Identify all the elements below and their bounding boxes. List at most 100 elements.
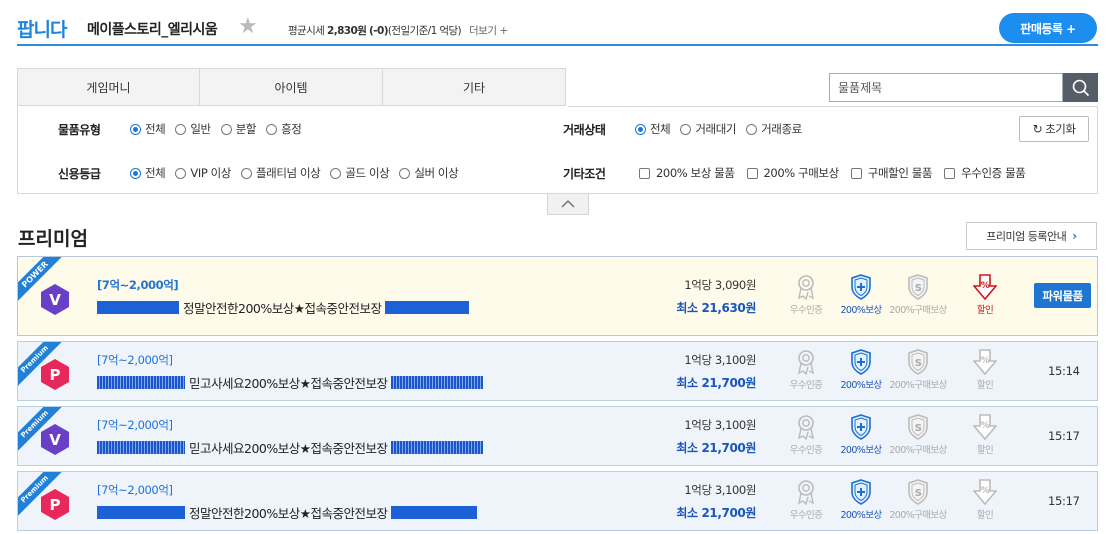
tab-game-money[interactable]: 게임머니 xyxy=(17,68,200,106)
masked-text xyxy=(391,506,478,519)
item-type-all[interactable]: 전체 xyxy=(130,121,166,137)
svg-text:S: S xyxy=(915,358,922,369)
premium-guide-button[interactable]: 프리미엄 등록안내 › xyxy=(966,222,1097,250)
masked-text xyxy=(97,376,185,389)
item-range: [7억~2,000억] xyxy=(97,418,173,432)
more-link[interactable]: 더보기 + xyxy=(469,23,508,38)
filter-options: 물품유형 전체 일반 분할 흥정 거래상태 전체 거래대기 거래종료 ↻ 초기화 … xyxy=(17,106,1098,194)
chevron-right-icon: › xyxy=(1072,229,1077,243)
etc-200-reward[interactable]: 200% 보상 물품 xyxy=(639,165,735,181)
sell-register-button[interactable]: 판매등록 + xyxy=(999,13,1097,43)
page-header: 팝니다 메이플스토리_엘리시움 ★ 평균시세 2,830원 (-0)(전일기준/… xyxy=(17,0,1098,46)
item-type-normal[interactable]: 일반 xyxy=(175,121,211,137)
item-rate: 1억당 3,090원 xyxy=(684,278,756,292)
search-icon xyxy=(1072,79,1089,96)
item-type-bargain[interactable]: 흥정 xyxy=(266,121,302,137)
item-title[interactable]: 믿고사세요200%보상★접속중안전보장 xyxy=(97,373,484,392)
award-icon xyxy=(798,480,814,505)
masked-text xyxy=(97,441,185,454)
certified-indicator: 우수인증 xyxy=(776,414,836,456)
trade-status-done[interactable]: 거래종료 xyxy=(746,121,802,137)
item-title[interactable]: 정말안전한200%보상★접속중안전보장 xyxy=(97,503,478,522)
tab-item[interactable]: 아이템 xyxy=(200,68,383,106)
item-min-price: 최소 21,630원 xyxy=(676,301,756,315)
average-price: 평균시세 2,830원 (-0)(전일기준/1 억당) xyxy=(288,25,462,37)
list-item[interactable]: Premium P [7억~2,000억] 정말안전한200%보상★접속중안전보… xyxy=(17,471,1098,531)
purchase-200-indicator: S 200%구매보상 xyxy=(888,479,948,521)
reward-200-indicator: 200%보상 xyxy=(831,274,891,316)
svg-text:P: P xyxy=(50,496,61,514)
item-time: 15:17 xyxy=(1048,429,1080,443)
item-rate: 1억당 3,100원 xyxy=(684,418,756,432)
item-title[interactable]: 정말안전한200%보상★접속중안전보장 xyxy=(97,298,470,317)
trade-status-all[interactable]: 전체 xyxy=(635,121,671,137)
discount-arrow-icon: % xyxy=(973,479,997,505)
discount-arrow-icon: % xyxy=(973,349,997,375)
discount-arrow-icon: % xyxy=(973,274,997,300)
certified-indicator: 우수인증 xyxy=(776,479,836,521)
svg-text:V: V xyxy=(49,431,61,449)
item-title[interactable]: 믿고사세요200%보상★접속중안전보장 xyxy=(97,438,484,457)
shield-plus-icon xyxy=(851,274,871,300)
svg-text:%: % xyxy=(981,356,990,366)
item-rate: 1억당 3,100원 xyxy=(684,353,756,367)
credit-all[interactable]: 전체 xyxy=(130,165,166,181)
discount-arrow-icon: % xyxy=(973,414,997,440)
item-min-price: 최소 21,700원 xyxy=(676,506,756,520)
credit-platinum[interactable]: 플래티넘 이상 xyxy=(240,165,321,181)
search-button[interactable] xyxy=(1063,73,1098,102)
favorite-star-icon[interactable]: ★ xyxy=(238,14,258,39)
svg-text:S: S xyxy=(915,283,922,294)
shield-plus-icon xyxy=(851,479,871,505)
list-item[interactable]: POWER V [7억~2,000억] 정말안전한200%보상★접속중안전보장 … xyxy=(17,256,1098,336)
shield-s-icon: S xyxy=(908,414,928,440)
shield-plus-icon xyxy=(851,349,871,375)
credit-gold[interactable]: 골드 이상 xyxy=(330,165,390,181)
etc-certified[interactable]: 우수인증 물품 xyxy=(944,165,1026,181)
tab-etc[interactable]: 기타 xyxy=(383,68,566,106)
item-min-price: 최소 21,700원 xyxy=(676,376,756,390)
masked-text xyxy=(97,506,185,519)
filter-trade-status: 거래상태 전체 거래대기 거래종료 xyxy=(563,121,802,137)
svg-text:%: % xyxy=(981,421,990,431)
refresh-icon: ↻ xyxy=(1032,122,1043,136)
svg-text:S: S xyxy=(915,423,922,434)
grade-badge-icon: V xyxy=(41,284,69,315)
masked-text xyxy=(391,441,484,454)
power-item-button[interactable]: 파워물품 xyxy=(1034,283,1091,308)
etc-discount[interactable]: 구매할인 물품 xyxy=(850,165,933,181)
collapse-filter-button[interactable] xyxy=(547,194,589,215)
grade-badge-icon: P xyxy=(41,489,69,520)
item-type-split[interactable]: 분할 xyxy=(220,121,257,137)
shield-s-icon: S xyxy=(908,274,928,300)
shield-s-icon: S xyxy=(908,349,928,375)
filter-item-type: 물품유형 전체 일반 분할 흥정 xyxy=(58,121,302,137)
credit-vip[interactable]: VIP 이상 xyxy=(175,165,231,181)
svg-text:%: % xyxy=(981,281,990,291)
search-box xyxy=(829,73,1098,102)
discount-indicator: % 할인 xyxy=(955,479,1015,521)
list-item[interactable]: Premium P [7억~2,000억] 믿고사세요200%보상★접속중안전보… xyxy=(17,341,1098,401)
reset-button[interactable]: ↻ 초기화 xyxy=(1019,116,1089,142)
grade-badge-icon: V xyxy=(41,424,69,455)
item-range: [7억~2,000억] xyxy=(97,353,173,367)
item-range: [7억~2,000억] xyxy=(97,278,179,292)
item-min-price: 최소 21,700원 xyxy=(676,441,756,455)
svg-text:%: % xyxy=(981,486,990,496)
list-item[interactable]: Premium V [7억~2,000억] 믿고사세요200%보상★접속중안전보… xyxy=(17,406,1098,466)
svg-text:P: P xyxy=(50,366,61,384)
game-name[interactable]: 메이플스토리_엘리시움 xyxy=(87,19,218,39)
category-tabs: 게임머니 아이템 기타 xyxy=(17,68,566,106)
filter-panel: 게임머니 아이템 기타 물품유형 전체 일반 분할 흥정 거래상태 전체 거래대… xyxy=(17,68,1098,215)
credit-silver[interactable]: 실버 이상 xyxy=(399,165,459,181)
search-input[interactable] xyxy=(829,73,1063,102)
grade-badge-icon: P xyxy=(41,359,69,390)
discount-indicator: % 할인 xyxy=(955,274,1015,316)
purchase-200-indicator: S 200%구매보상 xyxy=(888,349,948,391)
item-time: 15:14 xyxy=(1048,364,1080,378)
trade-status-waiting[interactable]: 거래대기 xyxy=(680,121,737,137)
item-range: [7억~2,000억] xyxy=(97,483,173,497)
award-icon xyxy=(798,275,814,300)
etc-200-purchase[interactable]: 200% 구매보상 xyxy=(746,165,839,181)
masked-text xyxy=(97,301,179,314)
